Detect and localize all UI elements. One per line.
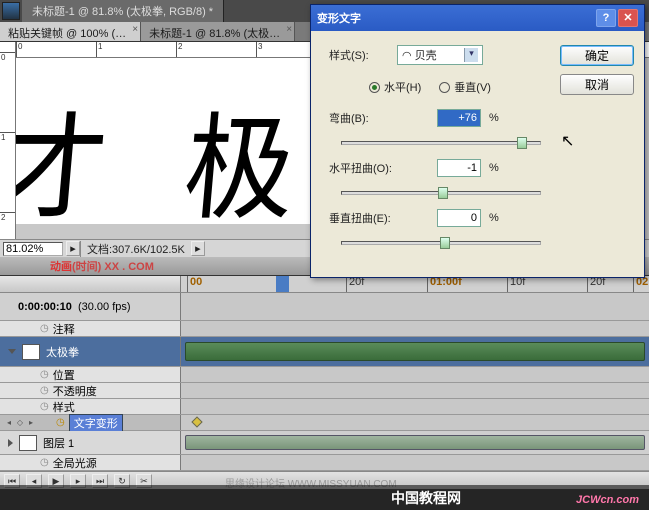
comments-track[interactable]: ◷ 注释: [0, 321, 649, 337]
layer-name: 太极拳: [46, 344, 79, 360]
layer-1[interactable]: 图层 1: [0, 431, 649, 455]
layer2-name: 图层 1: [43, 435, 74, 451]
playhead[interactable]: [276, 276, 289, 292]
keyframe-nav[interactable]: ◂◇▸: [4, 418, 36, 428]
text-warp-label: 文字变形: [69, 414, 123, 432]
doc-info: 文档:307.6K/102.5K: [80, 241, 191, 257]
cancel-button[interactable]: 取消: [560, 74, 634, 95]
tick-0100f: 01:00f: [427, 276, 462, 292]
vdist-label: 垂直扭曲(E):: [329, 210, 437, 226]
tick-20f: 20f: [346, 276, 364, 292]
disclosure-icon[interactable]: [8, 349, 16, 354]
disclosure-icon[interactable]: [8, 439, 13, 447]
horizontal-label: 水平(H): [384, 79, 421, 95]
stopwatch-icon[interactable]: ◷: [40, 323, 49, 334]
stopwatch-icon[interactable]: ◷: [40, 457, 49, 468]
horizontal-radio[interactable]: 水平(H): [369, 79, 421, 95]
dialog-titlebar[interactable]: 变形文字 ? ✕: [311, 5, 644, 31]
layer-thumbnail: [19, 435, 37, 451]
cursor-icon: ↖: [561, 131, 574, 151]
watermark-text: (时间) XX . COM: [72, 258, 154, 274]
document-tab-2[interactable]: 未标题-1 @ 81.8% (太极… ×: [141, 22, 295, 41]
dialog-title: 变形文字: [317, 10, 361, 26]
style-value: 贝壳: [415, 50, 437, 62]
pct-3: %: [489, 212, 499, 224]
info-arrow[interactable]: ▸: [191, 241, 205, 256]
text-warp-track[interactable]: ◂◇▸ ◷ 文字变形: [0, 415, 649, 431]
layer-thumbnail: [22, 344, 40, 360]
document-tab-1-label: 粘贴关键帧 @ 100% (…: [8, 28, 126, 40]
comments-label: 注释: [53, 321, 75, 337]
footer-en: JCWcn.com: [576, 494, 639, 506]
animation-panel: 00 20f 01:00f 10f 20f 02:0 0:00:00:10 (3…: [0, 275, 649, 489]
style-label: 样式: [53, 399, 75, 415]
pct-2: %: [489, 162, 499, 174]
ok-button[interactable]: 确定: [560, 45, 634, 66]
timecode-row: 0:00:00:10 (30.00 fps): [0, 293, 649, 321]
footer-cn: 中国教程网: [391, 490, 461, 506]
close-icon[interactable]: ×: [286, 24, 292, 35]
vertical-radio[interactable]: 垂直(V): [439, 79, 491, 95]
global-light-track[interactable]: ◷ 全局光源: [0, 455, 649, 471]
document-tab-2-label: 未标题-1 @ 81.8% (太极…: [149, 28, 280, 40]
bend-slider[interactable]: [341, 141, 541, 145]
animation-label: 动画: [50, 258, 72, 274]
close-icon[interactable]: ×: [132, 24, 138, 35]
footer-brand: 中国教程网 JCWcn.com: [0, 485, 649, 510]
close-button[interactable]: ✕: [618, 9, 638, 27]
position-label: 位置: [53, 367, 75, 383]
timeline-ruler-row: 00 20f 01:00f 10f 20f 02:0: [0, 276, 649, 293]
tick-0200: 02:0: [633, 276, 649, 292]
style-label: 样式(S):: [329, 47, 397, 63]
vertical-label: 垂直(V): [454, 79, 491, 95]
keyframe-diamond[interactable]: [191, 416, 202, 427]
hdist-input[interactable]: [437, 159, 481, 177]
vertical-ruler: 012: [0, 42, 16, 239]
document-tab-1[interactable]: 粘贴关键帧 @ 100% (… ×: [0, 22, 141, 41]
stopwatch-icon[interactable]: ◷: [56, 417, 65, 428]
canvas-text: 才 极: [16, 74, 328, 239]
tick-10f: 10f: [507, 276, 525, 292]
vdist-input[interactable]: [437, 209, 481, 227]
help-button[interactable]: ?: [596, 9, 616, 27]
tick-00: 00: [187, 276, 202, 292]
stopwatch-icon[interactable]: ◷: [40, 369, 49, 380]
style-combo[interactable]: ◠ 贝壳 ▾: [397, 45, 483, 65]
chevron-down-icon[interactable]: ▾: [464, 48, 478, 62]
vdist-slider[interactable]: [341, 241, 541, 245]
bend-label: 弯曲(B):: [329, 110, 437, 126]
bend-input[interactable]: [437, 109, 481, 127]
opacity-track[interactable]: ◷ 不透明度: [0, 383, 649, 399]
pct-1: %: [489, 112, 499, 124]
time-ruler[interactable]: 00 20f 01:00f 10f 20f 02:0: [181, 276, 649, 292]
position-track[interactable]: ◷ 位置: [0, 367, 649, 383]
app-icon: [2, 2, 20, 20]
stopwatch-icon[interactable]: ◷: [40, 401, 49, 412]
window-title: 未标题-1 @ 81.8% (太极拳, RGB/8) *: [22, 0, 224, 22]
fps-label: (30.00 fps): [78, 301, 131, 313]
stopwatch-icon[interactable]: ◷: [40, 385, 49, 396]
tick-20f-2: 20f: [587, 276, 605, 292]
warp-text-dialog: 变形文字 ? ✕ 确定 取消 样式(S): ◠ 贝壳 ▾ 水平(H) 垂直(V)…: [310, 4, 645, 278]
global-light-label: 全局光源: [53, 455, 97, 471]
current-time[interactable]: 0:00:00:10: [18, 301, 72, 313]
hdist-slider[interactable]: [341, 191, 541, 195]
layer-taiji[interactable]: 太极拳: [0, 337, 649, 367]
zoom-input[interactable]: [3, 242, 63, 256]
opacity-label: 不透明度: [53, 383, 97, 399]
zoom-arrow[interactable]: ▸: [66, 241, 80, 256]
hdist-label: 水平扭曲(O):: [329, 160, 437, 176]
